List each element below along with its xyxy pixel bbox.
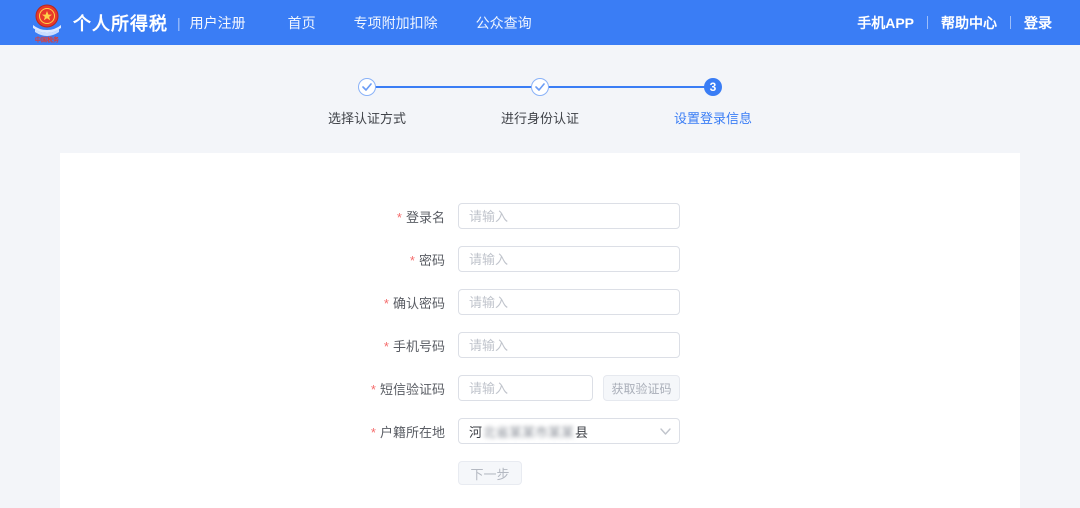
registration-card: *登录名 *密码 *确认密码 *手机号码 *短信验证码 xyxy=(60,153,1020,508)
step-2-check-icon xyxy=(531,78,549,96)
stepper: 选择认证方式 进行身份认证 3 设置登录信息 xyxy=(305,45,775,127)
app-header: 中国税务 个人所得税 | 用户注册 首页 专项附加扣除 公众查询 手机APP 帮… xyxy=(0,0,1080,45)
field-label: *短信验证码 xyxy=(60,379,458,398)
header-right: 手机APP 帮助中心 登录 xyxy=(857,13,1052,33)
required-marker: * xyxy=(384,296,389,311)
logo-caption: 中国税务 xyxy=(35,36,60,43)
registered-residence-select[interactable]: 河北省某某市某某县 xyxy=(458,418,680,444)
password-input[interactable] xyxy=(458,246,680,272)
tax-bureau-logo-icon: 中国税务 xyxy=(30,3,64,43)
brand-separator: | xyxy=(177,15,181,31)
field-label: *密码 xyxy=(60,250,458,269)
brand: 中国税务 个人所得税 | 用户注册 xyxy=(30,3,246,43)
step-1-label: 选择认证方式 xyxy=(328,108,406,127)
step-2-identity-verification: 进行身份认证 xyxy=(478,78,602,127)
required-marker: * xyxy=(384,339,389,354)
step-1-check-icon xyxy=(358,78,376,96)
link-help-center[interactable]: 帮助中心 xyxy=(941,13,997,33)
form-row-password: *密码 xyxy=(60,246,1020,272)
form-row-mobile-number: *手机号码 xyxy=(60,332,1020,358)
link-login[interactable]: 登录 xyxy=(1024,13,1052,33)
page-subtitle: 用户注册 xyxy=(190,13,246,33)
step-3-label: 设置登录信息 xyxy=(674,108,752,127)
nav-item-home[interactable]: 首页 xyxy=(288,13,316,33)
field-label: *手机号码 xyxy=(60,336,458,355)
form-row-login-name: *登录名 xyxy=(60,203,1020,229)
required-marker: * xyxy=(371,382,376,397)
header-divider xyxy=(1010,16,1011,29)
required-marker: * xyxy=(371,425,376,440)
step-3-set-login-info: 3 设置登录信息 xyxy=(651,78,775,127)
step-2-label: 进行身份认证 xyxy=(501,108,579,127)
select-value-suffix: 县 xyxy=(575,422,588,441)
main-nav: 首页 专项附加扣除 公众查询 xyxy=(288,13,570,33)
form-row-sms-code: *短信验证码 获取验证码 xyxy=(60,375,1020,401)
login-name-input[interactable] xyxy=(458,203,680,229)
step-3-number-badge: 3 xyxy=(704,78,722,96)
field-label: *确认密码 xyxy=(60,293,458,312)
link-mobile-app[interactable]: 手机APP xyxy=(857,13,914,33)
header-divider xyxy=(927,16,928,29)
field-label: *登录名 xyxy=(60,207,458,226)
chevron-down-icon xyxy=(660,428,671,435)
nav-item-public-query[interactable]: 公众查询 xyxy=(476,13,532,33)
mobile-number-input[interactable] xyxy=(458,332,680,358)
select-value-masked: 北省某某市某某 xyxy=(483,422,574,441)
nav-item-special-deductions[interactable]: 专项附加扣除 xyxy=(354,13,438,33)
required-marker: * xyxy=(397,210,402,225)
stepper-section: 选择认证方式 进行身份认证 3 设置登录信息 xyxy=(0,45,1080,153)
required-marker: * xyxy=(410,253,415,268)
select-value-prefix: 河 xyxy=(469,422,482,441)
form-row-submit: 下一步 xyxy=(60,461,1020,485)
app-title: 个人所得税 xyxy=(73,10,168,36)
confirm-password-input[interactable] xyxy=(458,289,680,315)
get-sms-code-button[interactable]: 获取验证码 xyxy=(603,375,680,401)
step-1-choose-auth-method: 选择认证方式 xyxy=(305,78,429,127)
sms-code-input[interactable] xyxy=(458,375,593,401)
field-label: *户籍所在地 xyxy=(60,422,458,441)
form-row-registered-residence: *户籍所在地 河北省某某市某某县 xyxy=(60,418,1020,444)
form-row-confirm-password: *确认密码 xyxy=(60,289,1020,315)
next-step-button[interactable]: 下一步 xyxy=(458,461,522,485)
